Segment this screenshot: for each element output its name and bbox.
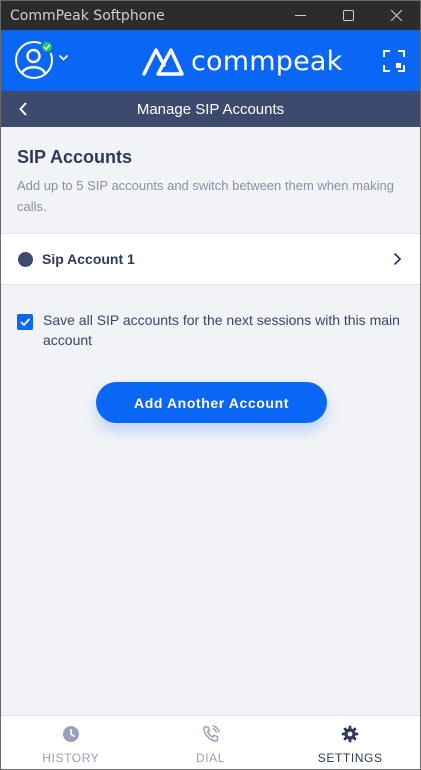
clock-icon — [62, 726, 79, 742]
minimize-icon — [294, 15, 306, 16]
expand-icon[interactable] — [382, 49, 406, 73]
brand-name: commpeak — [191, 45, 343, 77]
section-title: SIP Accounts — [17, 147, 133, 167]
online-status-badge — [40, 40, 54, 54]
nav-item-dial[interactable]: DIAL — [141, 716, 281, 769]
checkmark-icon — [20, 318, 31, 327]
phone-icon — [202, 725, 220, 742]
minimize-button[interactable] — [276, 1, 324, 30]
sip-account-row[interactable]: Sip Account 1 — [1, 233, 420, 285]
section-description: Add up to 5 SIP accounts and switch betw… — [17, 178, 394, 214]
nav-label-settings: SETTINGS — [317, 751, 383, 765]
user-menu[interactable] — [15, 40, 55, 81]
app-header: commpeak — [1, 30, 420, 91]
save-accounts-label[interactable]: Save all SIP accounts for the next sessi… — [43, 310, 403, 350]
bottom-navigation: HISTORY DIAL SETTINGS — [1, 715, 420, 769]
title-bar: CommPeak Softphone — [1, 1, 420, 30]
maximize-icon — [342, 10, 354, 21]
nav-item-history[interactable]: HISTORY — [1, 716, 141, 769]
back-arrow-icon[interactable] — [15, 100, 33, 118]
app-window: CommPeak Softphone commpeak Manage SIP A… — [0, 0, 421, 770]
window-title: CommPeak Softphone — [10, 7, 165, 24]
nav-item-settings[interactable]: SETTINGS — [280, 716, 420, 769]
account-indicator — [18, 251, 33, 267]
brand-logo: commpeak — [141, 43, 343, 79]
chevron-down-icon[interactable] — [58, 54, 69, 62]
commpeak-logo-icon — [142, 48, 184, 76]
page-title: Manage SIP Accounts — [136, 100, 285, 118]
add-another-account-button[interactable]: Add Another Account — [96, 382, 327, 423]
account-name: Sip Account 1 — [42, 251, 135, 267]
chevron-right-icon — [393, 252, 402, 266]
nav-label-dial: DIAL — [195, 751, 226, 765]
maximize-button[interactable] — [324, 1, 372, 30]
close-button[interactable] — [372, 1, 420, 30]
save-accounts-checkbox[interactable] — [17, 314, 33, 330]
nav-label-history: HISTORY — [42, 751, 100, 765]
close-icon — [390, 10, 402, 21]
check-icon — [43, 44, 51, 51]
page-header: Manage SIP Accounts — [1, 91, 420, 127]
gear-icon — [341, 725, 359, 743]
